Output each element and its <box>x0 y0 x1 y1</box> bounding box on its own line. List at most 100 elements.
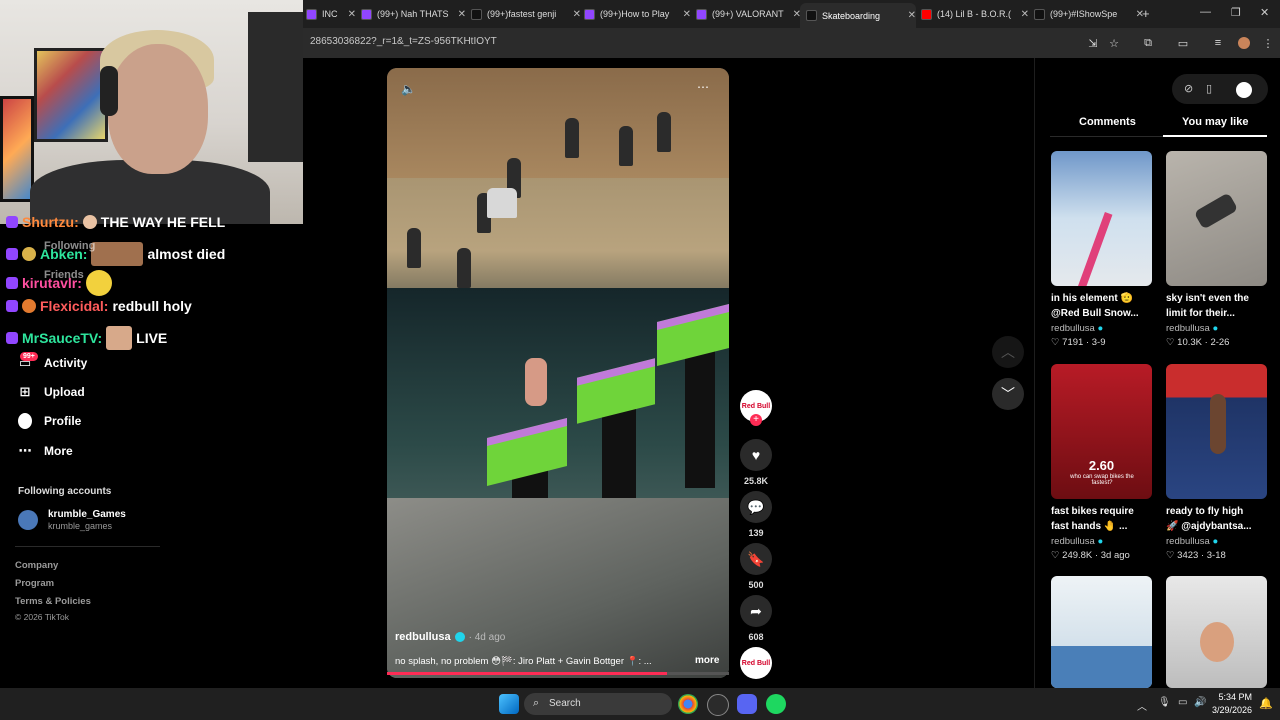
emote-icon <box>82 215 97 229</box>
device-icon[interactable]: ▯ <box>1206 82 1212 95</box>
card-author[interactable]: redbullusa ● <box>1051 323 1103 334</box>
comment-button[interactable]: 💬 <box>740 491 772 523</box>
footer-company[interactable]: Company <box>15 560 58 571</box>
video-author[interactable]: redbullusa · 4d ago <box>395 631 505 643</box>
plus-square-icon: ⊞ <box>19 384 31 399</box>
video-caption: no splash, no problem 😳🏁: Jiro Platt + G… <box>395 656 652 667</box>
close-window-icon[interactable]: ✕ <box>1260 6 1269 19</box>
account-name[interactable]: krumble_Games <box>48 509 126 520</box>
account-avatar[interactable] <box>18 510 38 530</box>
spotify-icon[interactable] <box>766 694 786 714</box>
share-icon: ➦ <box>750 602 762 619</box>
browser-tab[interactable]: (99+)#IShowSpe ✕ <box>1028 4 1144 24</box>
video-pillar <box>685 348 715 488</box>
clock-date[interactable]: 3/29/2026 <box>1204 705 1252 715</box>
footer-terms[interactable]: Terms & Policies <box>15 596 91 607</box>
browser-tab[interactable]: INC ✕ <box>300 4 356 24</box>
notification-bell-icon[interactable]: 🔔 <box>1259 697 1273 710</box>
tray-overflow-icon[interactable]: ︿ <box>1137 698 1147 713</box>
footer-program[interactable]: Program <box>15 578 54 589</box>
follow-plus-icon[interactable]: + <box>750 414 762 426</box>
share-button[interactable]: ➦ <box>740 595 772 627</box>
card-title[interactable]: sky isn't even the limit for their... <box>1166 291 1270 321</box>
chrome-icon[interactable] <box>678 694 698 714</box>
nav-profile[interactable]: Profile <box>18 413 81 429</box>
chat-line: MrSauceTV: LIVE <box>6 326 167 350</box>
card-title[interactable]: ready to fly high 🚀 @ajdybantsa... <box>1166 504 1270 534</box>
card-author[interactable]: redbullusa ● <box>1166 536 1218 547</box>
discord-icon[interactable] <box>737 694 757 714</box>
card-author[interactable]: redbullusa ● <box>1166 323 1218 334</box>
network-icon[interactable]: ▭ <box>1178 697 1187 708</box>
recommended-card[interactable] <box>1166 364 1267 499</box>
minimize-icon[interactable]: — <box>1200 6 1211 18</box>
recommended-card[interactable] <box>1051 576 1152 688</box>
recommended-card[interactable] <box>1051 151 1152 286</box>
tab-you-may-like[interactable]: You may like <box>1182 116 1248 128</box>
nav-more[interactable]: ⋯ More <box>18 443 73 458</box>
cast-icon[interactable]: ▭ <box>1174 34 1192 52</box>
caption-more-link[interactable]: more <box>695 655 719 666</box>
obs-icon[interactable] <box>707 694 729 716</box>
browser-tab[interactable]: (99+) Nah THATS ✕ <box>355 4 466 24</box>
profile-avatar[interactable] <box>1235 34 1253 52</box>
card-stats: ♡ 10.3K · 2-26 <box>1166 337 1230 348</box>
browser-tab[interactable]: (99+)fastest genji ✕ <box>465 4 581 24</box>
tab-comments[interactable]: Comments <box>1079 116 1136 128</box>
recommended-card[interactable] <box>1166 151 1267 286</box>
panel-divider <box>1034 58 1035 688</box>
maximize-icon[interactable]: ❐ <box>1231 6 1241 19</box>
menu-kebab-icon[interactable]: ⋮ <box>1259 34 1277 52</box>
browser-tab[interactable]: Skateboarding ✕ <box>800 3 916 28</box>
sound-disc[interactable]: Red Bull <box>740 647 772 679</box>
browser-tab[interactable]: (14) Lil B - B.O.R.(✕ <box>915 4 1029 24</box>
recommended-card[interactable] <box>1166 576 1267 688</box>
video-more-icon[interactable]: ⋯ <box>697 80 709 94</box>
wall-art <box>34 48 108 142</box>
taskbar-search-label: Search <box>549 698 581 709</box>
nav-following[interactable]: Following <box>44 240 95 252</box>
divider <box>15 546 160 547</box>
install-icon[interactable]: ⇲ <box>1084 34 1102 52</box>
previous-video-button[interactable]: ︿ <box>992 336 1024 368</box>
clock-time[interactable]: 5:34 PM <box>1212 692 1252 702</box>
theme-toggle[interactable] <box>1236 82 1252 98</box>
browser-tab[interactable]: (99+)How to Play ✕ <box>578 4 691 24</box>
headset <box>100 66 118 116</box>
url-text[interactable]: 28653036822?_r=1&_t=ZS-956TKHtIOYT <box>310 36 497 47</box>
search-icon: ⌕ <box>533 697 540 709</box>
extensions-icon[interactable]: ⧉ <box>1139 34 1157 52</box>
video-dock <box>387 498 729 678</box>
nav-friends[interactable]: Friends <box>44 269 84 281</box>
media-icon[interactable]: ≡ <box>1209 34 1227 52</box>
chevron-down-icon: ﹀ <box>1001 386 1015 402</box>
chat-message: redbull holy <box>112 298 192 314</box>
card-title[interactable]: fast bikes require fast hands 🤚 ... <box>1051 504 1155 534</box>
video-person <box>457 248 471 288</box>
browser-tab-label: (99+) VALORANT <box>712 9 784 19</box>
chat-line: Flexicidal: redbull holy <box>6 298 192 314</box>
new-tab-icon[interactable]: + <box>1142 6 1150 21</box>
card-author[interactable]: redbullusa ● <box>1051 536 1103 547</box>
volume-icon[interactable]: 🔈 <box>401 82 416 96</box>
chat-badge-icon <box>6 300 18 312</box>
video-person <box>565 118 579 158</box>
compass-icon[interactable]: ⊘ <box>1184 82 1193 95</box>
browser-tab[interactable]: (99+) VALORANT ✕ <box>690 4 801 24</box>
like-button[interactable]: ♥ <box>740 439 772 471</box>
chat-badge-icon <box>6 248 18 260</box>
bookmark-star-icon[interactable]: ☆ <box>1105 34 1123 52</box>
nav-upload[interactable]: ⊞ Upload <box>18 384 85 399</box>
microphone-icon[interactable]: 🎙 <box>1158 697 1171 708</box>
save-button[interactable]: 🔖 <box>740 543 772 575</box>
card-title[interactable]: in his element 🫡 @Red Bull Snow... <box>1051 291 1155 321</box>
start-icon[interactable] <box>499 694 519 714</box>
card-figure <box>1210 394 1226 454</box>
video-player[interactable]: 🔈 ⋯ redbullusa · 4d ago no splash, no pr… <box>387 68 729 678</box>
tiktok-icon <box>1034 8 1045 20</box>
recommended-card[interactable]: 2.60 who can swap bikes the fastest? <box>1051 364 1152 499</box>
tiktok-icon <box>806 10 817 21</box>
taskbar-search[interactable] <box>524 693 672 715</box>
video-person <box>619 126 633 166</box>
next-video-button[interactable]: ﹀ <box>992 378 1024 410</box>
